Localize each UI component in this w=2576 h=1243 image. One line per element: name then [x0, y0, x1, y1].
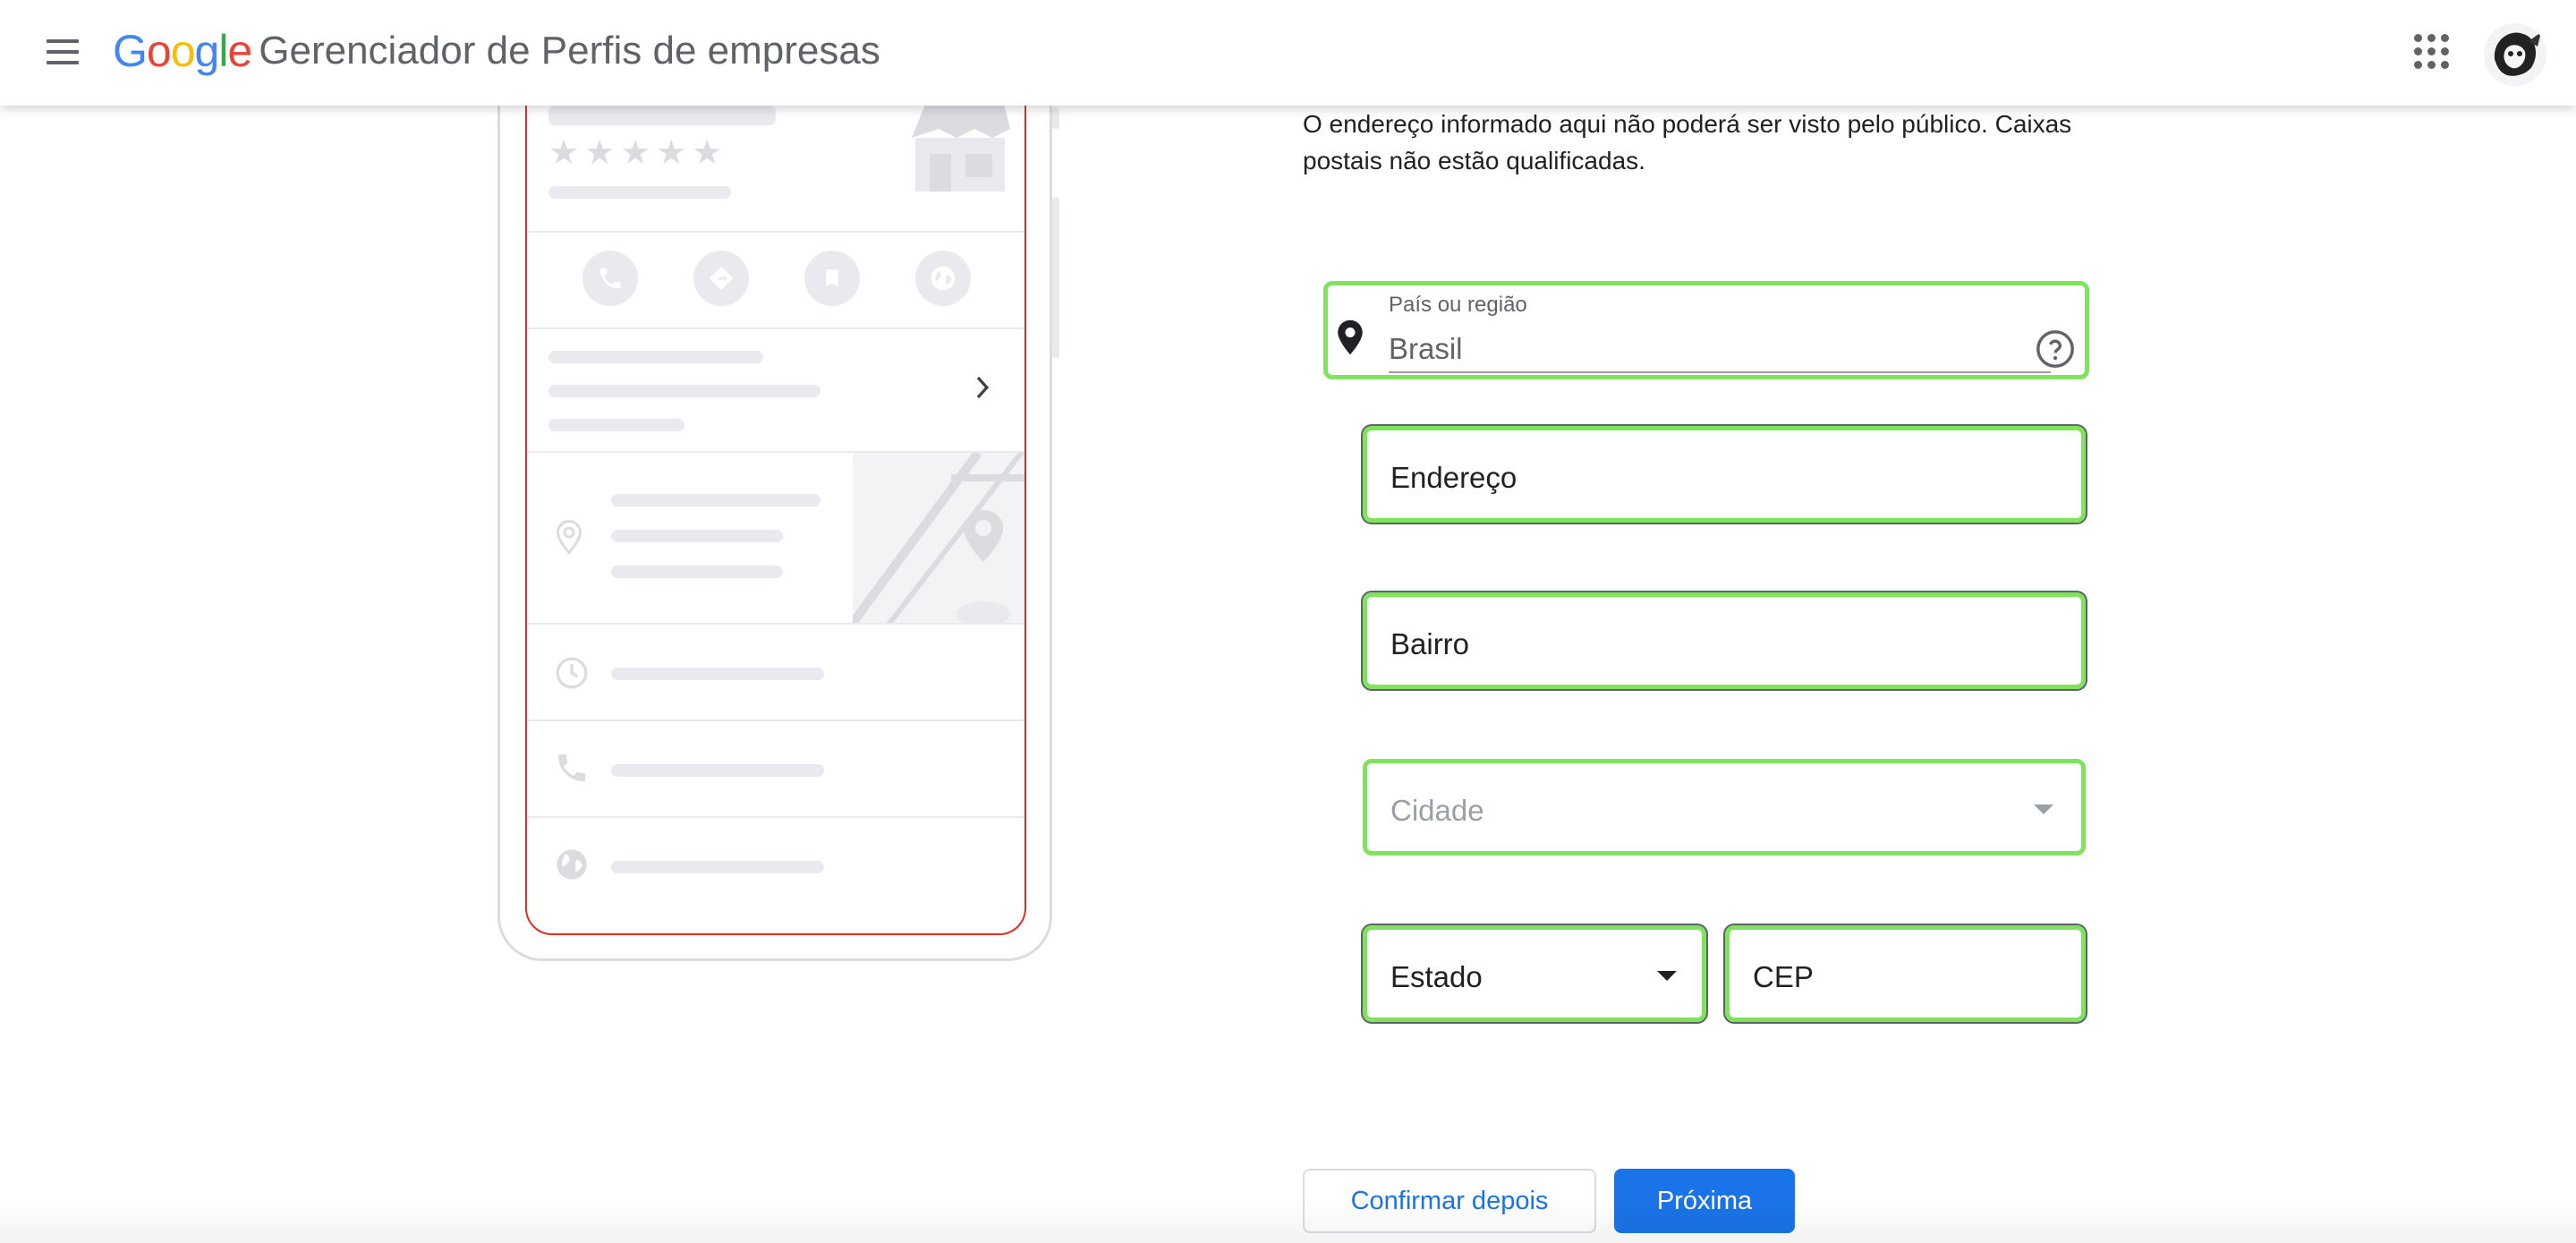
- placeholder-bar: [611, 494, 820, 507]
- placeholder-bar: [548, 419, 684, 431]
- divider: [527, 623, 1024, 625]
- phone-side-button: [1052, 197, 1059, 358]
- google-logo: Google: [113, 25, 252, 77]
- divider: [527, 816, 1024, 818]
- user-avatar[interactable]: [2484, 23, 2546, 86]
- directions-action-icon: [693, 251, 749, 306]
- placeholder-bar: [611, 530, 783, 542]
- zip-code-input[interactable]: CEP: [1725, 925, 2086, 1022]
- country-field-value: Brasil: [1389, 332, 1463, 365]
- phone-side-button: [1052, 107, 1059, 129]
- placeholder-bar: [611, 566, 783, 578]
- city-placeholder: Cidade: [1390, 794, 1484, 827]
- storefront-icon: [912, 93, 1010, 192]
- placeholder-bar: [548, 351, 763, 363]
- logo-letter-o2: o: [170, 26, 196, 76]
- country-field-label: País ou região: [1389, 293, 1527, 317]
- next-button[interactable]: Próxima: [1614, 1169, 1795, 1233]
- state-select[interactable]: Estado: [1363, 925, 1706, 1022]
- app-logo[interactable]: Google Gerenciador de Perfis de empresas: [113, 20, 880, 82]
- chevron-down-icon: [1657, 971, 1677, 981]
- location-outline-icon: [556, 519, 582, 555]
- divider: [527, 719, 1024, 721]
- placeholder-bar: [611, 861, 824, 873]
- logo-letter-o1: o: [146, 26, 172, 76]
- location-pin-icon: [1338, 319, 1363, 355]
- help-circle-icon[interactable]: [2035, 328, 2076, 370]
- title-placeholder-bar: [548, 106, 776, 125]
- top-app-bar: Google Gerenciador de Perfis de empresas: [0, 0, 2576, 106]
- map-thumbnail-icon: [853, 453, 1024, 625]
- placeholder-bar: [548, 385, 820, 397]
- zip-code-placeholder: CEP: [1753, 960, 1814, 993]
- neighborhood-input[interactable]: Bairro: [1363, 592, 2086, 689]
- address-placeholder: Endereço: [1390, 461, 1518, 494]
- business-profile-preview: ★★★★★: [525, 36, 1026, 935]
- logo-letter-e: e: [227, 26, 252, 76]
- subtitle-placeholder-bar: [548, 186, 731, 199]
- avatar-illustration-icon: [2484, 23, 2546, 86]
- placeholder-bar: [611, 764, 824, 777]
- address-input[interactable]: Endereço: [1363, 426, 2086, 523]
- country-field-underline: [1389, 371, 2051, 373]
- hamburger-menu-icon[interactable]: [43, 30, 86, 73]
- rating-stars: ★★★★★: [548, 134, 728, 172]
- country-region-select[interactable]: País ou região Brasil: [1323, 281, 2089, 379]
- website-action-icon: [915, 251, 971, 306]
- apps-grid-icon[interactable]: [2412, 32, 2452, 72]
- product-name: Gerenciador de Perfis de empresas: [259, 29, 880, 72]
- address-privacy-description: O endereço informado aqui não poderá ser…: [1303, 110, 2072, 175]
- divider: [527, 328, 1024, 329]
- logo-letter-g2: g: [194, 26, 220, 76]
- city-select[interactable]: Cidade: [1363, 759, 2086, 856]
- placeholder-bar: [611, 668, 824, 680]
- logo-letter-l: l: [218, 26, 228, 76]
- state-value: Estado: [1390, 960, 1483, 993]
- phone-action-icon: [582, 251, 638, 306]
- chevron-right-icon: [976, 376, 990, 399]
- logo-letter-g: G: [113, 26, 148, 76]
- neighborhood-placeholder: Bairro: [1390, 627, 1470, 660]
- chevron-down-icon: [2034, 805, 2053, 814]
- save-action-icon: [804, 251, 860, 306]
- confirm-later-button[interactable]: Confirmar depois: [1303, 1169, 1596, 1233]
- clock-icon: [556, 657, 588, 689]
- globe-icon: [557, 849, 587, 880]
- bottom-shadow: [0, 1199, 2576, 1243]
- divider: [527, 231, 1024, 233]
- phone-icon: [558, 754, 585, 781]
